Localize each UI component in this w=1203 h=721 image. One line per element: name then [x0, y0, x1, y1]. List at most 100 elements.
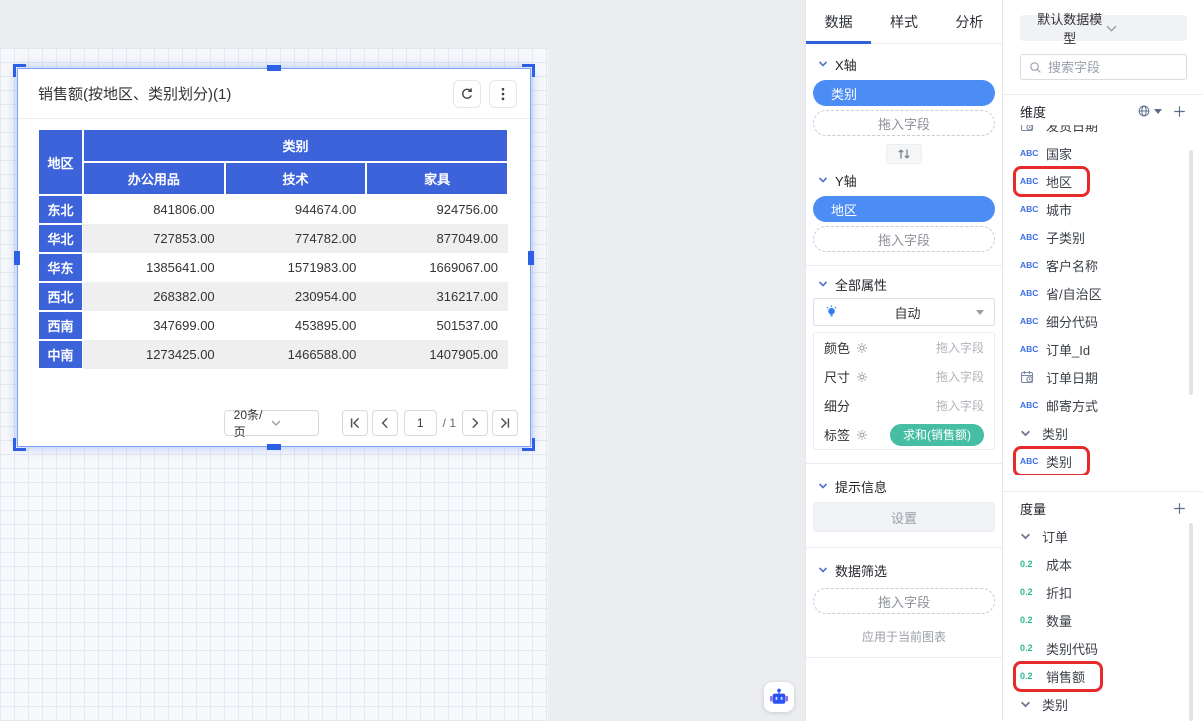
more-options-button[interactable]	[489, 80, 517, 108]
chevron-right-icon	[469, 417, 481, 429]
field-item-dimension[interactable]: ABC 子类别	[1003, 223, 1203, 251]
page-number-input[interactable]	[404, 410, 437, 436]
x-axis-field-pill[interactable]: 类别	[813, 80, 995, 106]
chart-config-panel: 数据 样式 分析 X轴 类别 拖入字段 Y轴 地区 拖入字段	[805, 0, 1003, 721]
y-axis-field-pill[interactable]: 地区	[813, 196, 995, 222]
attribute-mode-select[interactable]: 自动	[813, 298, 995, 326]
text-type-icon: ABC	[1020, 456, 1038, 466]
tab-style[interactable]: 样式	[871, 0, 936, 43]
add-dimension-button[interactable]	[1173, 105, 1186, 118]
last-page-icon	[499, 417, 511, 429]
prev-page-button[interactable]	[372, 410, 398, 436]
gear-icon[interactable]	[856, 342, 868, 354]
divider	[806, 463, 1002, 464]
field-item-measure[interactable]: 0.2 类别代码	[1003, 634, 1203, 662]
add-measure-button[interactable]	[1173, 502, 1186, 515]
resize-handle-left[interactable]	[14, 251, 20, 265]
field-item-dimension[interactable]: ABC 客户名称	[1003, 251, 1203, 279]
dimension-scrollbar[interactable]	[1189, 150, 1193, 395]
attribute-row-size[interactable]: 尺寸 拖入字段	[814, 362, 994, 391]
field-group-dimension[interactable]: 类别	[1003, 419, 1203, 447]
field-group-measure[interactable]: 类别	[1003, 690, 1203, 718]
color-drop-zone[interactable]: 拖入字段	[936, 339, 984, 356]
data-filter-section-header[interactable]: 数据筛选	[813, 556, 995, 584]
divider	[806, 547, 1002, 548]
detail-drop-zone[interactable]: 拖入字段	[936, 397, 984, 414]
field-item-measure[interactable]: 0.2 数量	[1003, 606, 1203, 634]
y-axis-section-header[interactable]: Y轴	[813, 166, 995, 194]
field-item-measure-highlighted[interactable]: 0.2 销售额	[1003, 662, 1203, 690]
refresh-button[interactable]	[453, 80, 481, 108]
all-attributes-title: 全部属性	[835, 275, 887, 294]
resize-handle-right[interactable]	[528, 251, 534, 265]
tooltip-title: 提示信息	[835, 477, 887, 496]
chevron-down-icon	[818, 175, 828, 185]
all-attributes-section-header[interactable]: 全部属性	[813, 270, 995, 298]
gear-icon[interactable]	[856, 429, 868, 441]
attribute-row-color[interactable]: 颜色 拖入字段	[814, 333, 994, 362]
first-page-button[interactable]	[342, 410, 368, 436]
divider	[1003, 491, 1203, 492]
measure-scrollbar[interactable]	[1189, 523, 1193, 721]
text-type-icon: ABC	[1020, 316, 1038, 326]
resize-handle-bottom-left[interactable]	[13, 438, 26, 451]
resize-handle-bottom-right[interactable]	[522, 438, 535, 451]
field-label: 客户名称	[1046, 256, 1098, 275]
field-item-dimension[interactable]: ABC 省/自治区	[1003, 279, 1203, 307]
x-axis-drop-zone[interactable]: 拖入字段	[813, 110, 995, 136]
filter-drop-zone[interactable]: 拖入字段	[813, 588, 995, 614]
data-model-select[interactable]: 默认数据模型	[1020, 15, 1187, 41]
attribute-row-label[interactable]: 标签 求和(销售额)	[814, 420, 994, 449]
resize-handle-bottom[interactable]	[267, 444, 281, 450]
resize-handle-top-left[interactable]	[13, 64, 26, 77]
dimensions-header: 维度	[1003, 97, 1203, 125]
y-axis-drop-zone[interactable]: 拖入字段	[813, 226, 995, 252]
column-header: 技术	[225, 162, 367, 195]
tooltip-section-header[interactable]: 提示信息	[813, 472, 995, 500]
size-attr-label: 尺寸	[824, 367, 850, 386]
field-search[interactable]	[1020, 54, 1187, 80]
label-field-pill[interactable]: 求和(销售额)	[890, 424, 984, 446]
field-label: 邮寄方式	[1046, 396, 1098, 415]
field-group-label: 订单	[1042, 527, 1068, 546]
dashboard-canvas[interactable]: 销售额(按地区、类别划分)(1) 地区 类别	[0, 0, 805, 721]
field-item-measure[interactable]: 0.2 折扣	[1003, 578, 1203, 606]
field-label: 成本	[1046, 555, 1072, 574]
geo-role-button[interactable]	[1137, 104, 1162, 118]
x-axis-section-header[interactable]: X轴	[813, 50, 995, 78]
annotation-red-box: ABC 地区	[1013, 166, 1090, 197]
attribute-row-detail[interactable]: 细分 拖入字段	[814, 391, 994, 420]
field-item-dimension[interactable]: ABC 细分代码	[1003, 307, 1203, 335]
field-item-dimension[interactable]: ABC 订单_Id	[1003, 335, 1203, 363]
field-item-dimension-highlighted[interactable]: ABC 类别	[1003, 447, 1203, 475]
last-page-button[interactable]	[492, 410, 518, 436]
field-group-measure[interactable]: 订单	[1003, 522, 1203, 550]
field-item-dimension[interactable]: ABC 邮寄方式	[1003, 391, 1203, 419]
gear-icon[interactable]	[856, 371, 868, 383]
config-tabs: 数据 样式 分析	[806, 0, 1002, 44]
divider	[806, 657, 1002, 658]
field-item-dimension[interactable]: 订单日期	[1003, 363, 1203, 391]
tab-analysis[interactable]: 分析	[937, 0, 1002, 43]
table-widget[interactable]: 销售额(按地区、类别划分)(1) 地区 类别	[17, 68, 531, 447]
table-cell: 230954.00	[225, 282, 367, 311]
search-input[interactable]	[1048, 60, 1178, 75]
field-label: 类别代码	[1046, 639, 1098, 658]
swap-axes-button[interactable]	[886, 144, 922, 164]
field-item-dimension[interactable]: ABC 国家	[1003, 139, 1203, 167]
next-page-button[interactable]	[462, 410, 488, 436]
field-item-dimension-highlighted[interactable]: ABC 地区	[1003, 167, 1203, 195]
size-drop-zone[interactable]: 拖入字段	[936, 368, 984, 385]
page-size-select[interactable]: 20条/页	[224, 410, 319, 436]
measure-list: 订单 0.2 成本 0.2 折扣 0.2 数量 0.2 类别代码 0.2	[1003, 522, 1203, 718]
field-item-dimension[interactable]: 发货日期	[1003, 125, 1203, 139]
table-row: 华东 1385641.00 1571983.00 1669067.00	[38, 253, 508, 282]
resize-handle-top[interactable]	[267, 65, 281, 71]
ai-assistant-button[interactable]	[764, 682, 794, 712]
resize-handle-top-right[interactable]	[522, 64, 535, 77]
field-item-dimension[interactable]: ABC 城市	[1003, 195, 1203, 223]
tab-data[interactable]: 数据	[806, 0, 871, 43]
tooltip-settings-button[interactable]: 设置	[813, 502, 995, 532]
field-item-measure[interactable]: 0.2 成本	[1003, 550, 1203, 578]
row-header: 华东	[38, 253, 83, 282]
